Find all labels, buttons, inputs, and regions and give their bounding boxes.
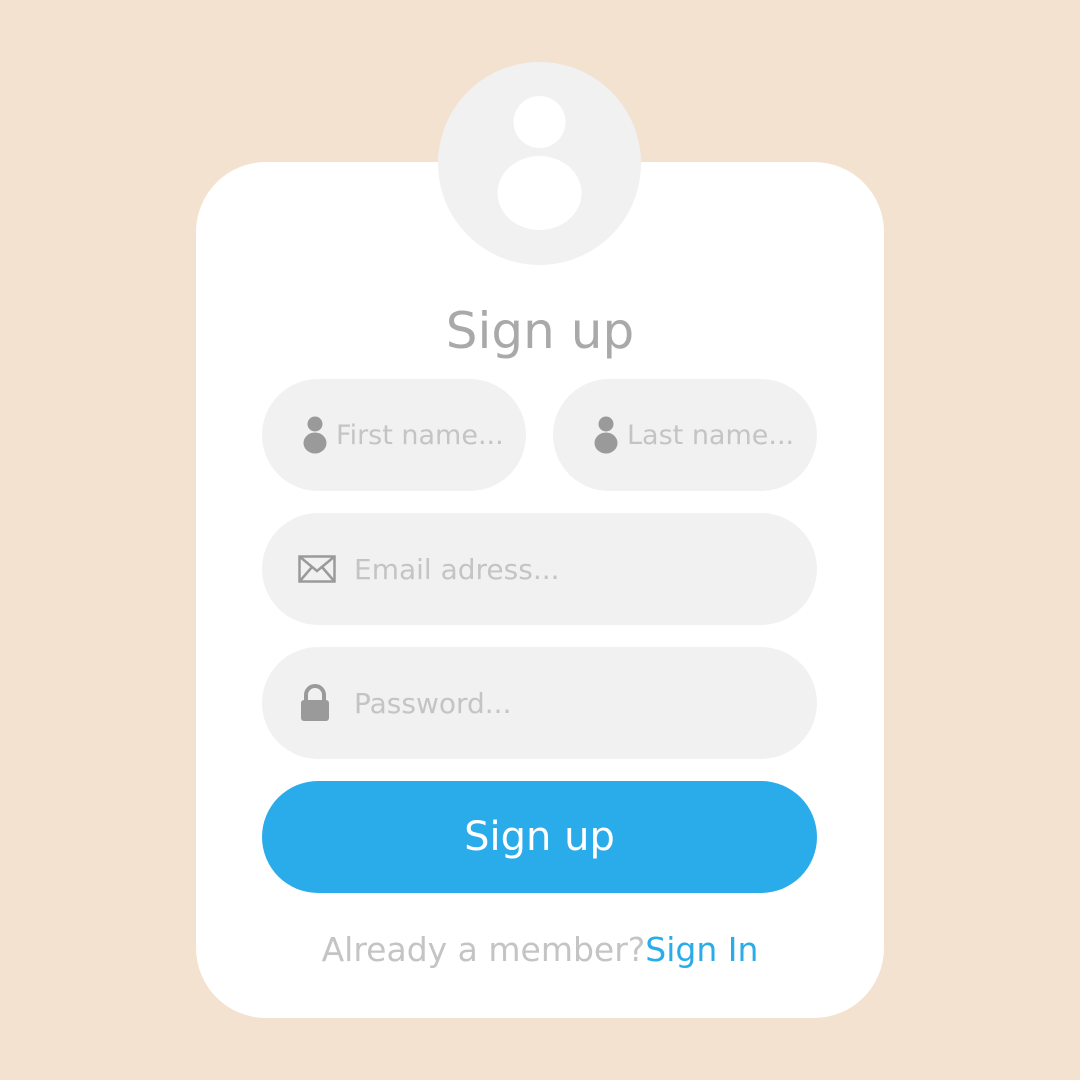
already-member-text: Already a member? <box>321 930 646 969</box>
sign-in-link[interactable]: Sign In <box>645 930 758 969</box>
password-input[interactable] <box>354 647 794 759</box>
password-field[interactable] <box>262 647 817 759</box>
first-name-input[interactable] <box>336 379 516 491</box>
last-name-field[interactable] <box>553 379 817 491</box>
user-icon <box>302 379 328 491</box>
lock-icon <box>298 647 332 759</box>
page-title: Sign up <box>445 302 635 360</box>
footer: Already a member?Sign In <box>0 926 1080 974</box>
last-name-input[interactable] <box>627 379 807 491</box>
user-avatar-icon <box>497 96 582 230</box>
user-icon <box>593 379 619 491</box>
sign-up-button[interactable]: Sign up <box>262 781 817 893</box>
first-name-field[interactable] <box>262 379 526 491</box>
avatar <box>438 62 641 265</box>
envelope-icon <box>298 513 336 625</box>
email-input[interactable] <box>354 513 794 625</box>
email-field[interactable] <box>262 513 817 625</box>
